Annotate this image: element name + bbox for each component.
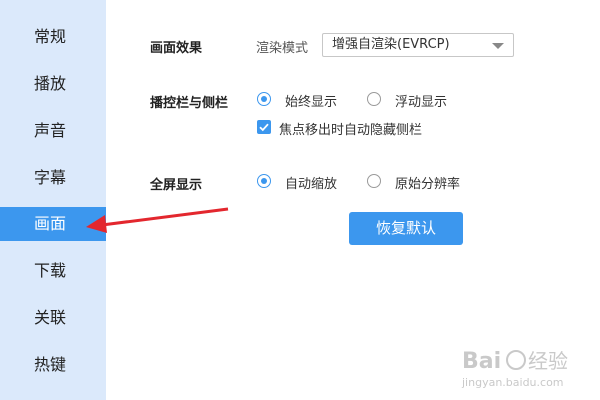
svg-text:Bai: Bai bbox=[462, 349, 501, 374]
watermark-logo: Bai 经验 jingyan.baidu.com bbox=[456, 344, 596, 394]
annotation-arrow bbox=[86, 207, 229, 233]
svg-text:经验: 经验 bbox=[528, 349, 568, 373]
svg-text:jingyan.baidu.com: jingyan.baidu.com bbox=[461, 376, 564, 389]
